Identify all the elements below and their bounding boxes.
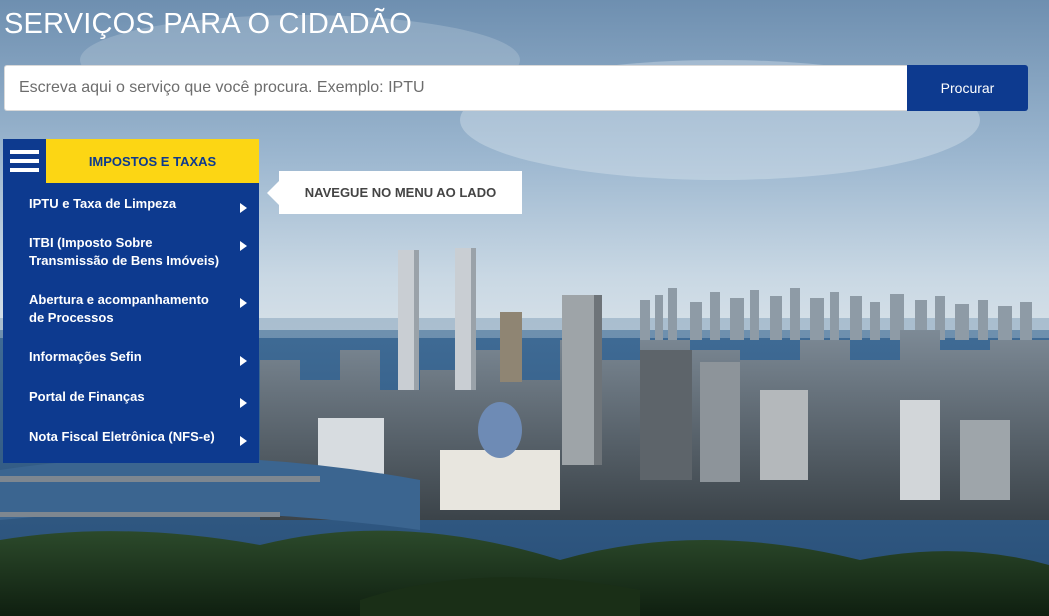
- search-button[interactable]: Procurar: [907, 65, 1028, 111]
- menu-item-iptu[interactable]: IPTU e Taxa de Limpeza: [3, 185, 259, 223]
- menu-item-label: IPTU e Taxa de Limpeza: [29, 196, 177, 211]
- triangle-right-icon: [240, 436, 247, 446]
- triangle-right-icon: [240, 298, 247, 308]
- menu-item-itbi[interactable]: ITBI (Imposto Sobre Transmissão de Bens …: [3, 223, 259, 280]
- search-bar: Procurar: [4, 65, 1028, 111]
- triangle-right-icon: [240, 203, 247, 213]
- hamburger-line: [10, 150, 39, 154]
- triangle-right-icon: [240, 398, 247, 408]
- triangle-right-icon: [240, 241, 247, 251]
- menu-item-label: Informações Sefin: [29, 349, 142, 364]
- menu-item-label: Abertura e acompanhamento de Processos: [29, 291, 209, 325]
- triangle-right-icon: [240, 356, 247, 366]
- menu-item-label: Portal de Finanças: [29, 389, 145, 404]
- menu-hint-callout: NAVEGUE NO MENU AO LADO: [267, 171, 522, 214]
- page-title: SERVIÇOS PARA O CIDADÃO: [4, 8, 413, 40]
- hamburger-line: [10, 168, 39, 172]
- menu-item-label: ITBI (Imposto Sobre Transmissão de Bens …: [29, 234, 220, 268]
- hamburger-line: [10, 159, 39, 163]
- menu-list: IPTU e Taxa de Limpeza ITBI (Imposto Sob…: [3, 183, 259, 463]
- menu-item-label: Nota Fiscal Eletrônica (NFS-e): [29, 429, 215, 444]
- search-input[interactable]: [4, 65, 907, 111]
- menu-item-portal-de-financas[interactable]: Portal de Finanças: [3, 377, 259, 417]
- services-menu: IMPOSTOS E TAXAS IPTU e Taxa de Limpeza …: [3, 139, 259, 463]
- category-tab-impostos-e-taxas[interactable]: IMPOSTOS E TAXAS: [46, 139, 259, 183]
- menu-header: IMPOSTOS E TAXAS: [3, 139, 259, 183]
- hamburger-icon[interactable]: [3, 139, 46, 183]
- menu-item-nfs-e[interactable]: Nota Fiscal Eletrônica (NFS-e): [3, 417, 259, 457]
- menu-item-informacoes-sefin[interactable]: Informações Sefin: [3, 337, 259, 377]
- menu-item-processos[interactable]: Abertura e acompanhamento de Processos: [3, 280, 259, 337]
